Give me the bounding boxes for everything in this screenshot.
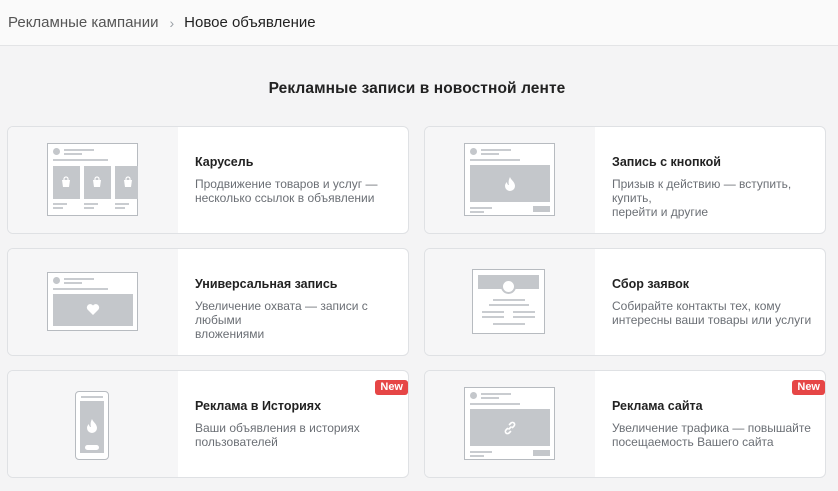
breadcrumb-current: Новое объявление [184, 14, 316, 31]
post-mockup [47, 143, 138, 216]
post-mockup [464, 143, 555, 216]
card-description: Собирайте контакты тех, кому интересны в… [612, 299, 812, 327]
website-preview [425, 371, 595, 477]
ad-format-card-carousel[interactable]: Карусель Продвижение товаров и услуг — н… [7, 126, 409, 234]
card-description: Увеличение охвата — записи с любыми влож… [195, 299, 368, 341]
card-title: Универсальная запись [195, 277, 338, 291]
new-badge: New [792, 380, 825, 395]
carousel-preview [8, 127, 178, 233]
ad-format-card-website[interactable]: New Реклама сайта Увеличение трафика — п… [424, 370, 826, 478]
stories-preview [8, 371, 178, 477]
bag-icon [62, 176, 70, 187]
card-title: Запись с кнопкой [612, 155, 721, 169]
card-description: Продвижение товаров и услуг — несколько … [195, 177, 378, 205]
card-title: Сбор заявок [612, 277, 690, 291]
bag-icon [93, 176, 101, 187]
ad-format-card-universal-post[interactable]: Универсальная запись Увеличение охвата —… [7, 248, 409, 356]
card-description: Увеличение трафика — повышайте посещаемо… [612, 421, 811, 449]
heart-icon [86, 304, 100, 315]
card-title: Реклама в Историях [195, 399, 322, 413]
ad-format-card-lead-form[interactable]: Сбор заявок Собирайте контакты тех, кому… [424, 248, 826, 356]
card-title: Карусель [195, 155, 254, 169]
universal-post-preview [8, 249, 178, 355]
breadcrumb-link-campaigns[interactable]: Рекламные кампании [8, 14, 158, 31]
card-description: Призыв к действию — вступить, купить, пе… [612, 177, 792, 219]
button-post-preview [425, 127, 595, 233]
card-title: Реклама сайта [612, 399, 703, 413]
ad-format-card-button-post[interactable]: Запись с кнопкой Призыв к действию — вст… [424, 126, 826, 234]
chevron-right-icon: › [169, 14, 175, 31]
post-mockup [47, 272, 138, 331]
section-title: Рекламные записи в новостной ленте [268, 80, 566, 97]
ad-format-card-stories[interactable]: New Реклама в Историях Ваши объявления в… [7, 370, 409, 478]
card-description: Ваши объявления в историях пользователей [195, 421, 360, 449]
lead-form-preview [425, 249, 595, 355]
post-mockup [464, 387, 555, 460]
phone-mockup [75, 391, 109, 460]
link-icon [504, 421, 516, 435]
flame-icon [505, 177, 515, 191]
new-badge: New [375, 380, 408, 395]
form-icon [472, 269, 545, 334]
breadcrumb: Рекламные кампании › Новое объявление [0, 0, 838, 46]
bag-icon [124, 176, 132, 187]
flame-icon [87, 419, 97, 433]
